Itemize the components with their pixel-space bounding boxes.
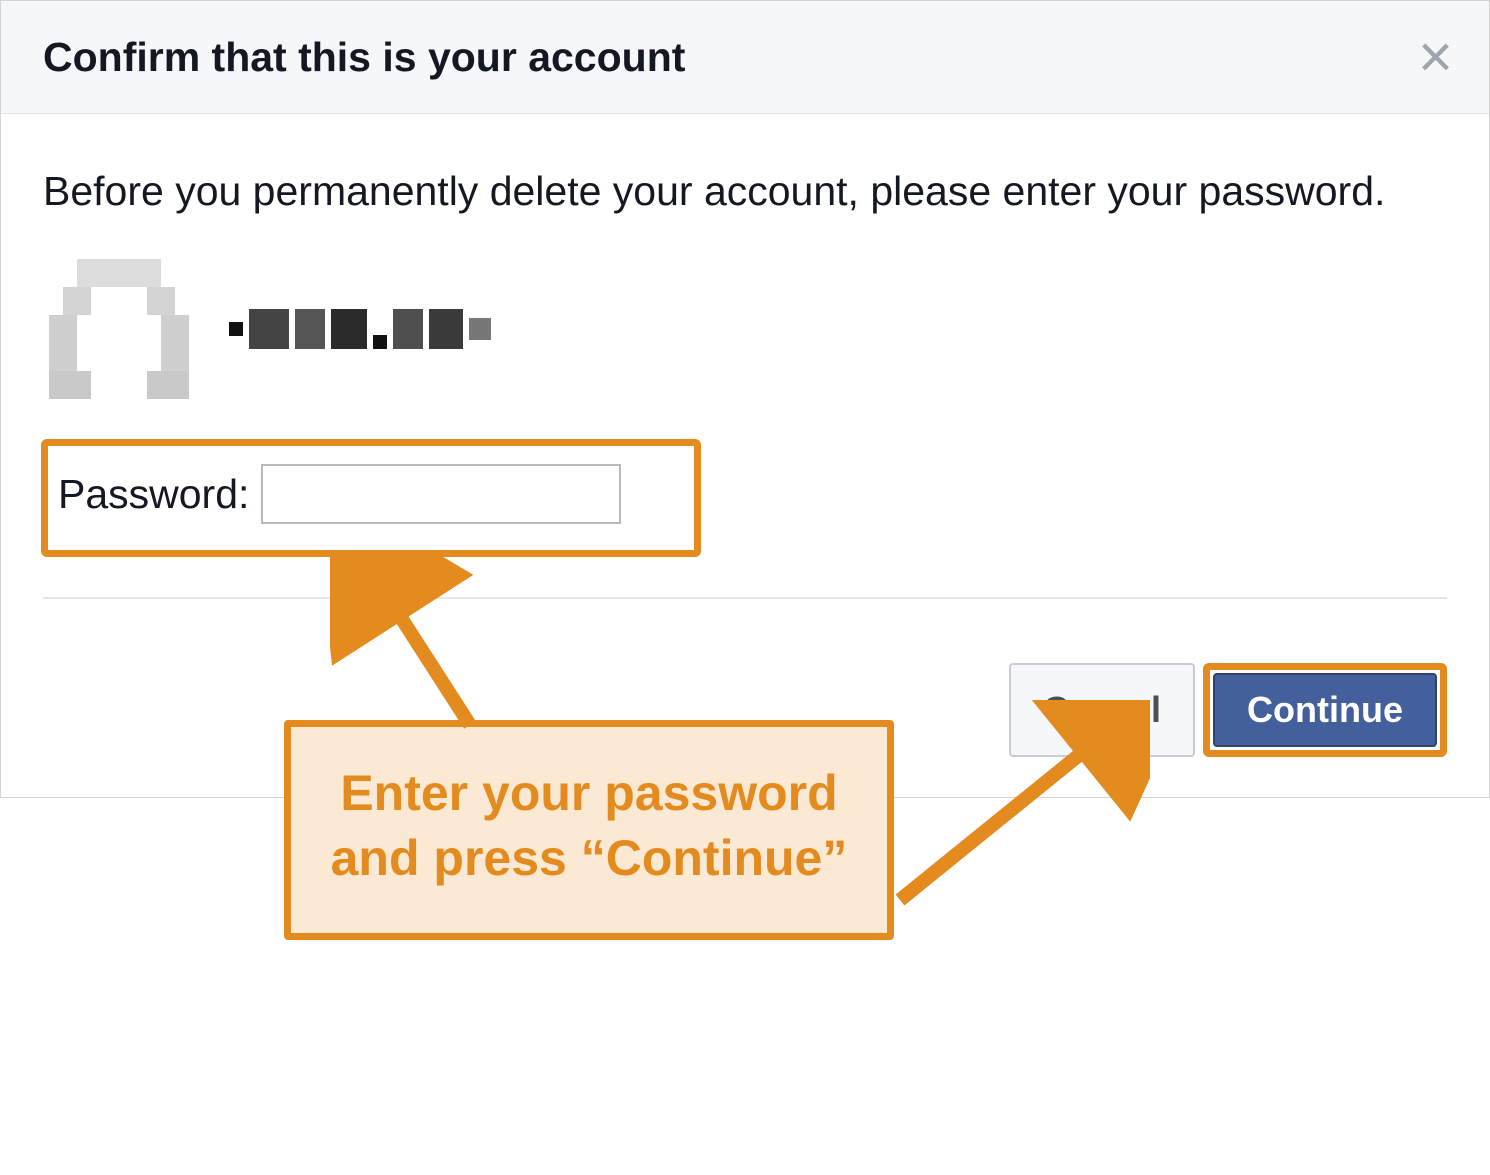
annotation-text: Enter your password and press “Continue”: [319, 761, 859, 891]
cancel-button[interactable]: Cancel: [1009, 663, 1195, 757]
username-obscured: [229, 309, 491, 349]
continue-button[interactable]: Continue: [1213, 673, 1437, 747]
user-row: [43, 259, 1447, 399]
instruction-text: Before you permanently delete your accou…: [43, 164, 1447, 219]
avatar-icon: [49, 259, 189, 399]
confirm-account-dialog: Confirm that this is your account × Befo…: [0, 0, 1490, 798]
password-highlight-box: Password:: [41, 439, 701, 557]
dialog-title: Confirm that this is your account: [43, 34, 685, 81]
annotation-callout: Enter your password and press “Continue”: [284, 720, 894, 940]
close-icon[interactable]: ×: [1418, 27, 1453, 87]
continue-highlight-box: Continue: [1203, 663, 1447, 757]
password-label: Password:: [58, 471, 249, 518]
dialog-body: Before you permanently delete your accou…: [1, 114, 1489, 663]
dialog-header: Confirm that this is your account ×: [1, 1, 1489, 114]
password-input[interactable]: [261, 464, 621, 524]
divider: [43, 597, 1447, 599]
